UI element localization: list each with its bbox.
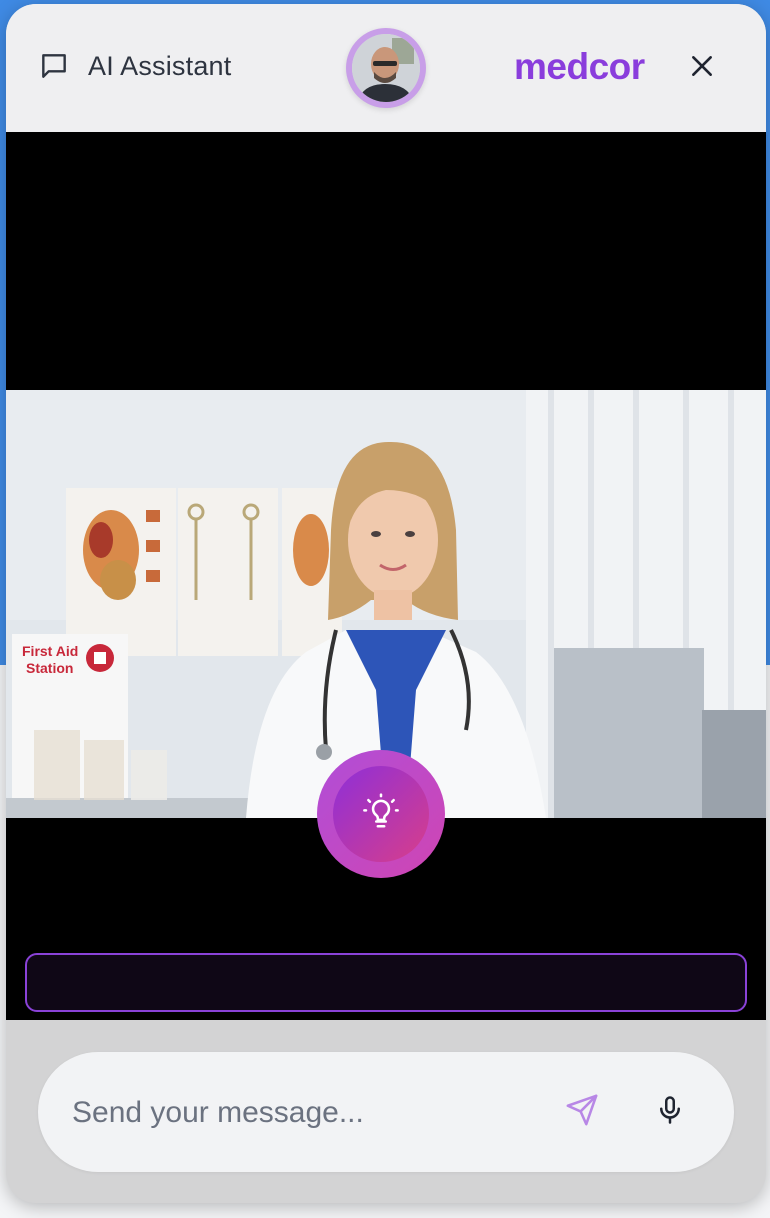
station-label: Station [26,660,73,676]
message-composer [38,1052,734,1172]
avatar[interactable] [346,28,426,108]
message-input[interactable] [70,1082,544,1144]
assistant-title: AI Assistant [38,50,231,82]
send-icon [565,1093,599,1132]
close-button[interactable] [682,48,722,88]
microphone-icon [655,1095,685,1130]
suggestions-button[interactable] [317,750,445,878]
suggestions-button-inner [333,766,429,862]
chat-bubble-icon [38,50,70,82]
close-icon [689,53,715,84]
transcript-box [25,953,747,1012]
brand-logo: medcor [514,46,645,87]
microphone-button[interactable] [648,1090,692,1134]
send-button[interactable] [560,1090,604,1134]
first-aid-label: First Aid [22,643,78,659]
widget-header: AI Assistant medcor [6,4,766,132]
assistant-widget: AI Assistant medcor First Aid Station Se… [6,4,766,1203]
avatar-photo [352,34,420,102]
lightbulb-icon [362,792,400,836]
assistant-title-text: AI Assistant [88,50,232,81]
avatar-video: First Aid Station [6,132,766,1020]
